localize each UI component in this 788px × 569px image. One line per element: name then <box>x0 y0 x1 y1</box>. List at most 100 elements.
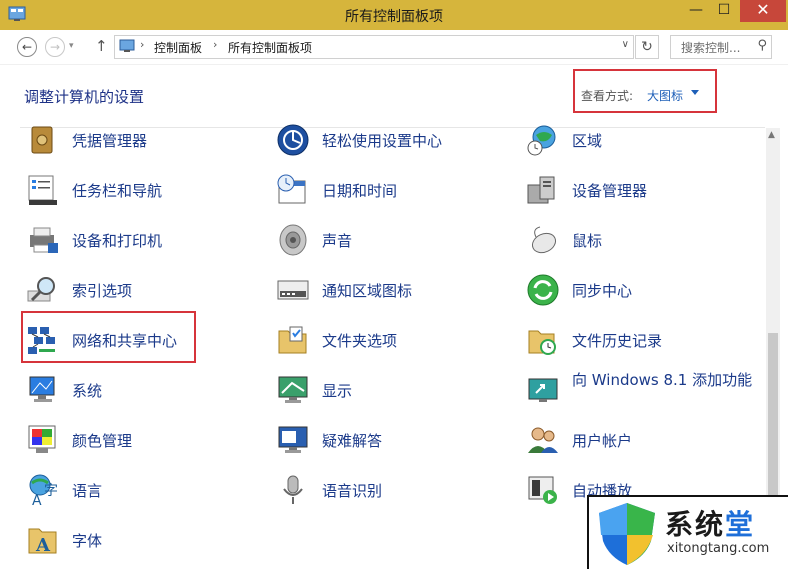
item-credential-manager[interactable]: 凭据管理器 <box>26 121 261 165</box>
back-button[interactable]: ← <box>17 37 37 57</box>
address-bar[interactable]: › 控制面板 › 所有控制面板项 ∨ <box>114 35 634 59</box>
watermark-text-accent: 堂 <box>725 508 756 541</box>
breadcrumb-all-items[interactable]: 所有控制面板项 <box>228 39 312 56</box>
item-devices-printers[interactable]: 设备和打印机 <box>26 221 261 265</box>
scroll-up-icon[interactable]: ▲ <box>768 130 775 140</box>
item-label[interactable]: 设备管理器 <box>572 180 647 201</box>
address-toolbar: ← → ▾ ↑ › 控制面板 › 所有控制面板项 ∨ ↻ 搜索控制... ⚲ <box>0 30 788 65</box>
item-label[interactable]: 文件夹选项 <box>322 330 397 351</box>
item-troubleshooting[interactable]: 疑难解答 <box>276 421 511 465</box>
vault-icon <box>31 126 53 154</box>
item-display[interactable]: 显示 <box>276 371 511 415</box>
recent-locations-button[interactable]: ▾ <box>69 41 74 51</box>
breadcrumb-separator[interactable]: › <box>140 38 144 51</box>
speaker-icon <box>279 224 307 256</box>
item-indexing-options[interactable]: 索引选项 <box>26 271 261 315</box>
address-dropdown-icon[interactable]: ∨ <box>622 39 629 50</box>
folder-options-icon <box>278 326 307 354</box>
item-mouse[interactable]: 鼠标 <box>526 221 761 265</box>
item-user-accounts[interactable]: 用户帐户 <box>526 421 761 465</box>
svg-text:A: A <box>32 493 42 507</box>
printer-icon <box>30 227 58 253</box>
minimize-button[interactable]: — <box>682 0 710 22</box>
computer-icon <box>29 376 55 402</box>
item-label[interactable]: 语音识别 <box>322 480 382 501</box>
item-label[interactable]: 日期和时间 <box>322 180 397 201</box>
view-by-dropdown[interactable]: 大图标 <box>647 87 683 104</box>
calendar-clock-icon <box>277 174 306 204</box>
watermark-text-main: 系统 <box>665 508 726 541</box>
chevron-down-icon[interactable] <box>691 90 699 95</box>
font-folder-icon: A <box>28 528 57 556</box>
item-label[interactable]: 鼠标 <box>572 230 602 251</box>
item-label[interactable]: 语言 <box>72 480 102 501</box>
item-label[interactable]: 凭据管理器 <box>72 130 147 151</box>
mouse-icon <box>531 226 557 254</box>
item-speech-recognition[interactable]: 语音识别 <box>276 471 511 515</box>
item-folder-options[interactable]: 文件夹选项 <box>276 321 511 365</box>
close-button[interactable]: ✕ <box>740 0 786 22</box>
troubleshooting-icon <box>278 426 308 453</box>
item-ease-of-access[interactable]: 轻松使用设置中心 <box>276 121 511 165</box>
item-label[interactable]: 系统 <box>72 380 102 401</box>
user-accounts-icon <box>528 427 558 453</box>
item-label[interactable]: 轻松使用设置中心 <box>322 130 442 151</box>
item-language[interactable]: A字 语言 <box>26 471 261 515</box>
shield-icon <box>599 503 655 565</box>
file-history-icon <box>528 330 556 355</box>
display-icon <box>278 376 308 403</box>
ease-of-access-icon <box>277 124 309 156</box>
item-date-time[interactable]: 日期和时间 <box>276 171 511 215</box>
device-manager-icon <box>527 176 555 204</box>
window-title: 所有控制面板项 <box>345 8 443 24</box>
add-features-icon <box>528 378 558 402</box>
forward-button[interactable]: → <box>45 37 65 57</box>
watermark-logo: 系统堂 xitongtang.com <box>587 495 788 569</box>
item-system[interactable]: 系统 <box>26 371 261 415</box>
notification-area-icon <box>277 280 309 300</box>
sync-icon <box>527 274 559 306</box>
item-color-management[interactable]: 颜色管理 <box>26 421 261 465</box>
item-taskbar-navigation[interactable]: 任务栏和导航 <box>26 171 261 215</box>
taskbar-icon <box>28 175 57 205</box>
item-fonts[interactable]: A 字体 <box>26 521 261 565</box>
item-label[interactable]: 区域 <box>572 130 602 151</box>
search-icon[interactable]: ⚲ <box>757 38 767 53</box>
breadcrumb-control-panel[interactable]: 控制面板 <box>154 39 202 56</box>
svg-text:字: 字 <box>44 483 58 499</box>
item-label[interactable]: 同步中心 <box>572 280 632 301</box>
item-notification-icons[interactable]: 通知区域图标 <box>276 271 511 315</box>
watermark-url: xitongtang.com <box>667 541 770 556</box>
watermark-text: 系统堂 <box>665 503 755 543</box>
color-management-icon <box>28 425 56 453</box>
item-device-manager[interactable]: 设备管理器 <box>526 171 761 215</box>
item-region[interactable]: 区域 <box>526 121 761 165</box>
item-label[interactable]: 向 Windows 8.1 添加功能 <box>572 370 767 391</box>
item-add-features-windows[interactable]: 向 Windows 8.1 添加功能 <box>526 371 761 415</box>
breadcrumb-separator[interactable]: › <box>213 38 217 51</box>
item-sound[interactable]: 声音 <box>276 221 511 265</box>
up-button[interactable]: ↑ <box>95 37 108 55</box>
page-heading: 调整计算机的设置 <box>24 88 145 106</box>
search-input[interactable]: 搜索控制... ⚲ <box>670 35 772 59</box>
item-label[interactable]: 索引选项 <box>72 280 132 301</box>
item-label[interactable]: 通知区域图标 <box>322 280 412 301</box>
item-file-history[interactable]: 文件历史记录 <box>526 321 761 365</box>
item-label[interactable]: 设备和打印机 <box>72 230 162 251</box>
item-label[interactable]: 字体 <box>72 530 102 551</box>
item-label[interactable]: 声音 <box>322 230 352 251</box>
item-sync-center[interactable]: 同步中心 <box>526 271 761 315</box>
item-label[interactable]: 显示 <box>322 380 352 401</box>
item-label[interactable]: 颜色管理 <box>72 430 132 451</box>
svg-text:A: A <box>35 535 51 556</box>
item-label[interactable]: 疑难解答 <box>322 430 382 451</box>
highlight-network-item <box>21 311 196 363</box>
item-label[interactable]: 用户帐户 <box>572 430 632 451</box>
item-label[interactable]: 任务栏和导航 <box>72 180 162 201</box>
maximize-button[interactable]: ☐ <box>710 0 738 22</box>
language-icon: A字 <box>29 474 58 507</box>
control-panel-icon <box>119 39 135 52</box>
title-bar: 所有控制面板项 — ☐ ✕ <box>0 0 788 30</box>
item-label[interactable]: 文件历史记录 <box>572 330 662 351</box>
refresh-button[interactable]: ↻ <box>635 35 659 59</box>
